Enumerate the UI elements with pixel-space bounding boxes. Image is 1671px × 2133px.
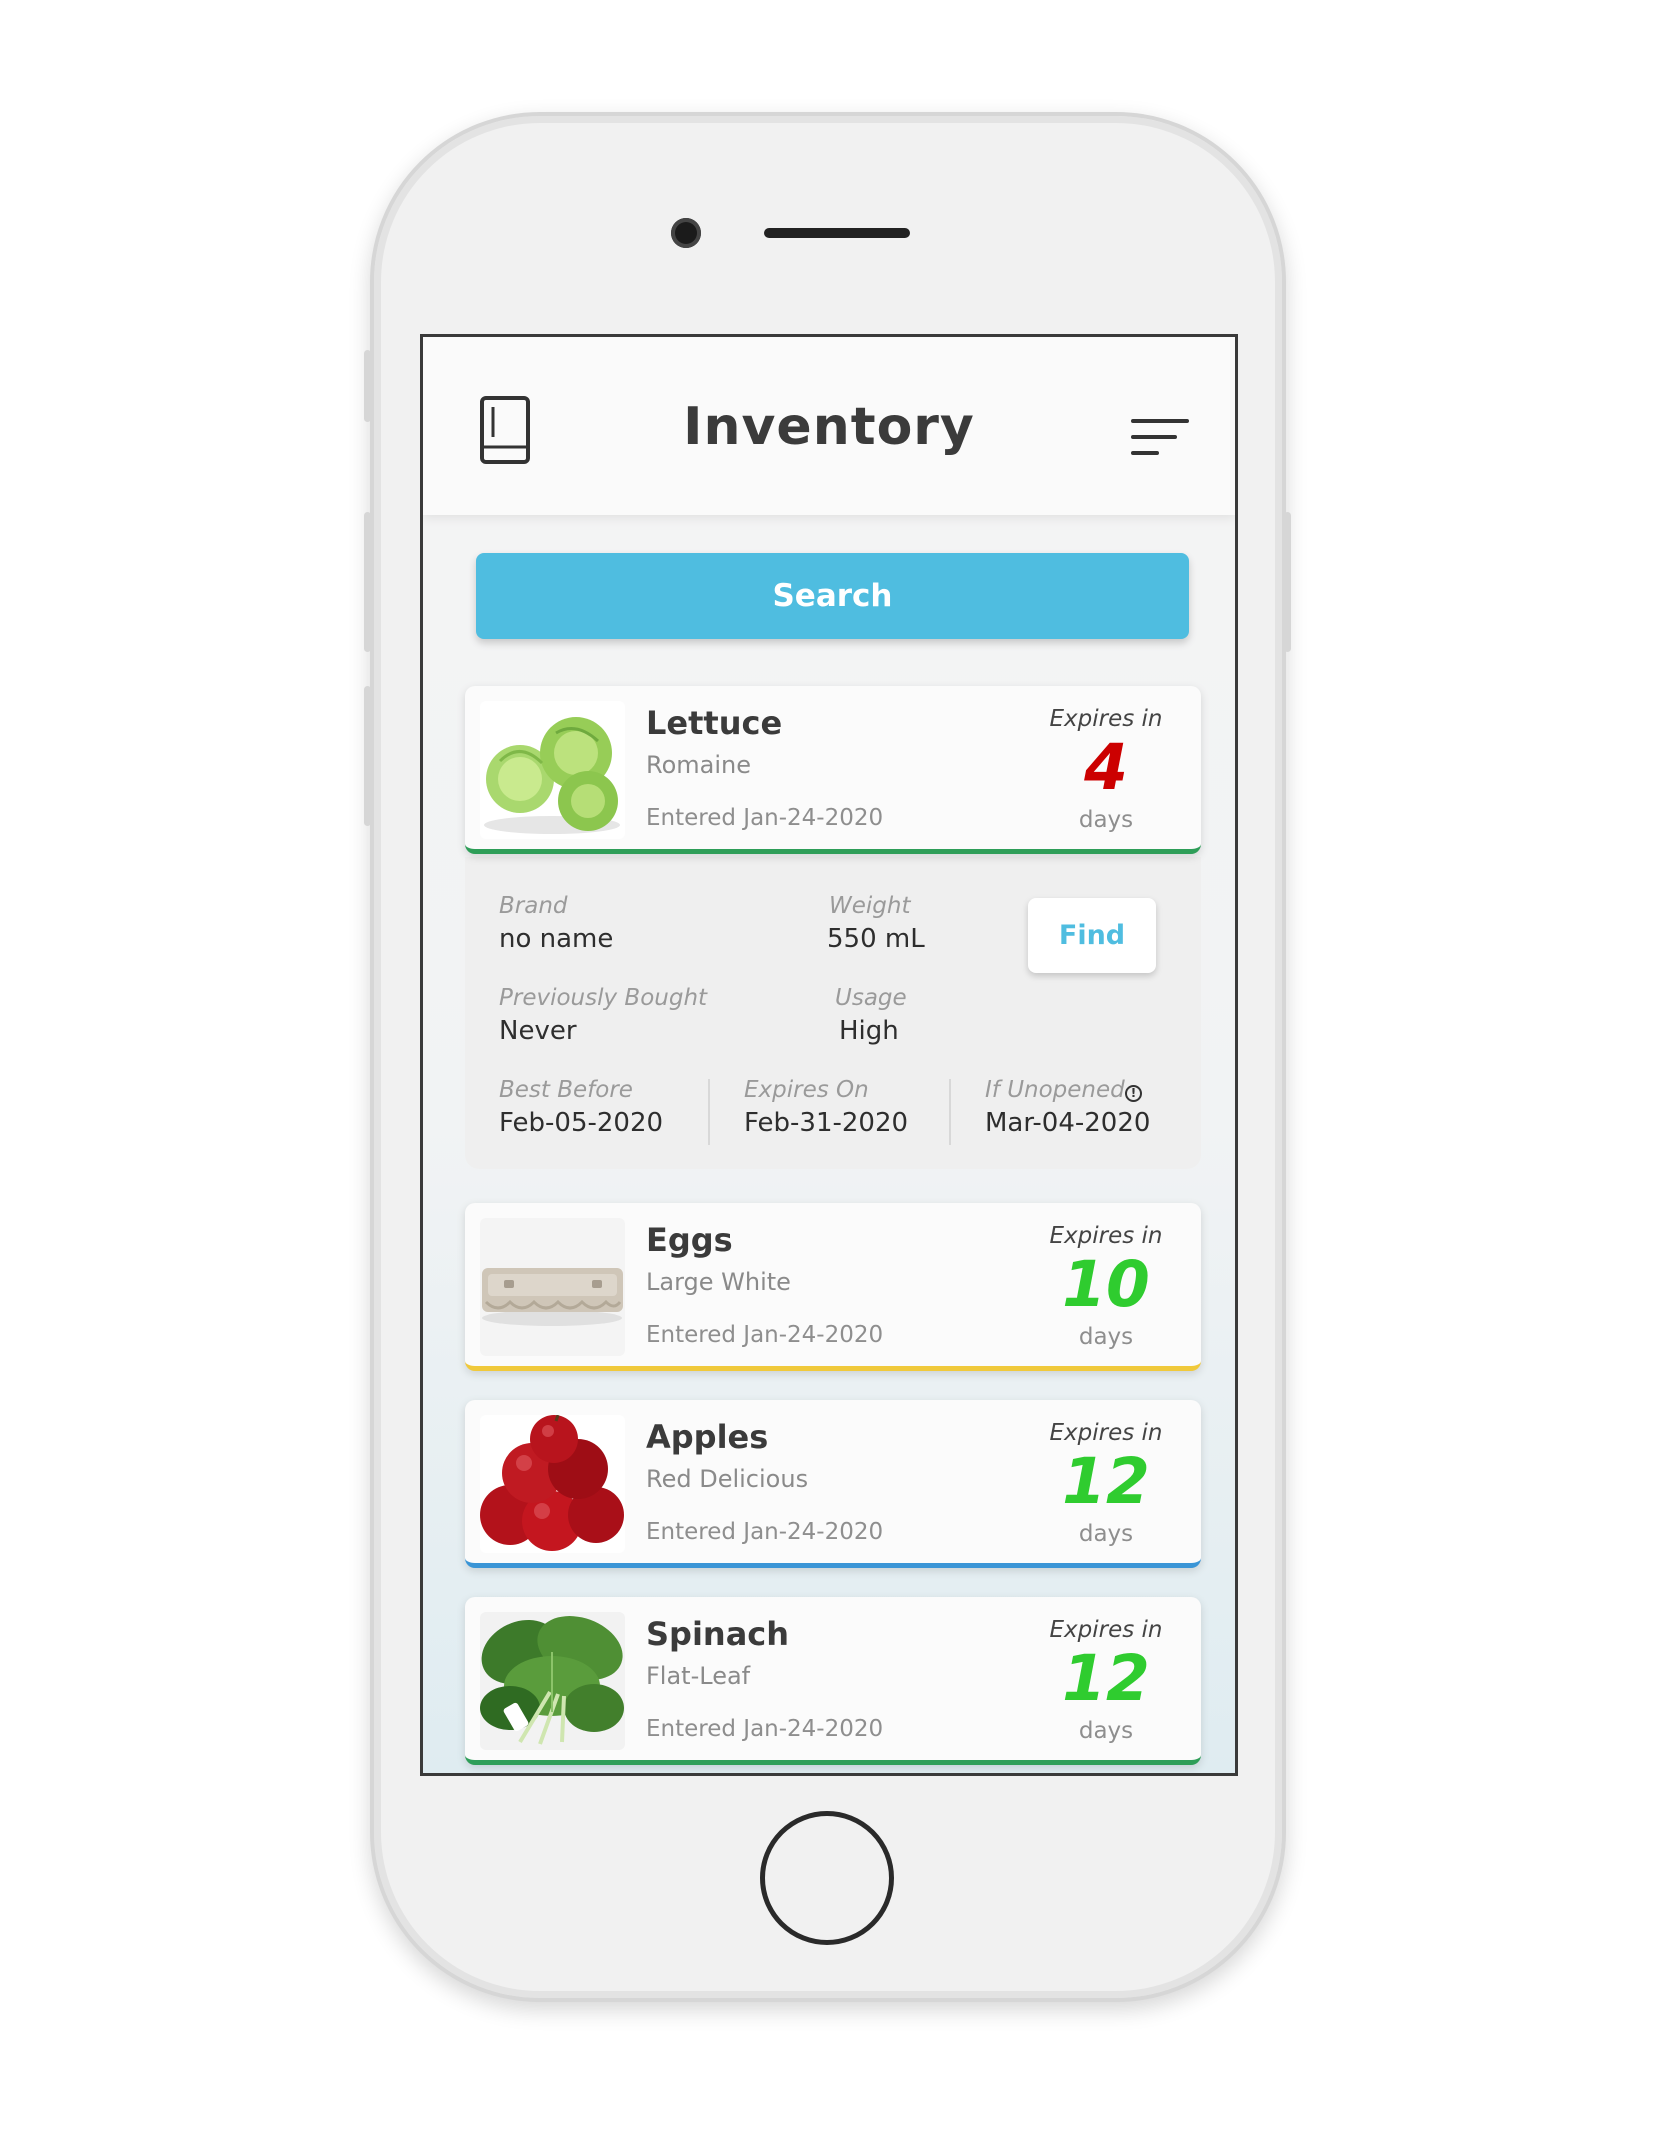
earpiece-speaker xyxy=(764,228,910,238)
weight-label: Weight xyxy=(829,893,911,919)
best-before-label: Best Before xyxy=(499,1077,633,1103)
item-name: Apples xyxy=(646,1418,769,1456)
usage-label: Usage xyxy=(835,985,907,1011)
expires-value: 10 xyxy=(1062,1248,1150,1321)
best-before-value: Feb-05-2020 xyxy=(499,1108,664,1138)
item-name: Eggs xyxy=(646,1221,733,1259)
expires-value: 12 xyxy=(1062,1445,1150,1518)
if-unopened-value: Mar-04-2020 xyxy=(985,1108,1151,1138)
search-button[interactable]: Search xyxy=(476,553,1189,639)
brand-value: no name xyxy=(499,924,614,954)
divider xyxy=(949,1079,951,1145)
product-card[interactable]: Spinach Flat-Leaf Entered Jan-24-2020 Ex… xyxy=(465,1597,1201,1765)
page-title: Inventory xyxy=(683,397,975,457)
product-card[interactable]: Apples Red Delicious Entered Jan-24-2020… xyxy=(465,1400,1201,1568)
info-icon[interactable]: ! xyxy=(1125,1085,1142,1102)
usage-value: High xyxy=(839,1016,899,1046)
find-button[interactable]: Find xyxy=(1028,898,1156,973)
item-variety: Red Delicious xyxy=(646,1465,809,1493)
item-variety: Large White xyxy=(646,1268,791,1296)
item-variety: Romaine xyxy=(646,751,752,779)
spinach-image xyxy=(480,1612,625,1750)
expires-unit: days xyxy=(1078,1718,1134,1744)
expires-label: Expires in xyxy=(1049,1223,1163,1249)
home-button[interactable] xyxy=(760,1811,894,1945)
item-entered-date: Entered Jan-24-2020 xyxy=(646,805,884,831)
brand-label: Brand xyxy=(499,893,568,919)
item-details-panel: Brand no name Weight 550 mL Find Previou… xyxy=(465,857,1201,1169)
item-entered-date: Entered Jan-24-2020 xyxy=(646,1519,884,1545)
previously-bought-label: Previously Bought xyxy=(499,985,708,1011)
app-header: Inventory xyxy=(423,337,1235,515)
front-camera xyxy=(671,218,701,248)
expires-label: Expires in xyxy=(1049,706,1163,732)
item-name: Lettuce xyxy=(646,704,783,742)
mute-switch xyxy=(364,350,371,422)
divider xyxy=(708,1079,710,1145)
filter-sort-icon[interactable] xyxy=(1131,417,1189,463)
expires-value: 12 xyxy=(1062,1642,1150,1715)
expires-unit: days xyxy=(1078,807,1134,833)
expires-on-label: Expires On xyxy=(744,1077,869,1103)
product-card[interactable]: Eggs Large White Entered Jan-24-2020 Exp… xyxy=(465,1203,1201,1371)
weight-value: 550 mL xyxy=(827,924,925,954)
volume-up-button xyxy=(364,512,371,652)
expires-label: Expires in xyxy=(1049,1617,1163,1643)
volume-down-button xyxy=(364,686,371,826)
expires-value: 4 xyxy=(1084,731,1128,804)
expires-on-value: Feb-31-2020 xyxy=(744,1108,909,1138)
item-variety: Flat-Leaf xyxy=(646,1662,751,1690)
egg-carton-image xyxy=(480,1218,625,1356)
item-entered-date: Entered Jan-24-2020 xyxy=(646,1716,884,1742)
expires-unit: days xyxy=(1078,1521,1134,1547)
previously-bought-value: Never xyxy=(499,1016,577,1046)
apples-image xyxy=(480,1415,625,1553)
product-card[interactable]: Lettuce Romaine Entered Jan-24-2020 Expi… xyxy=(465,686,1201,854)
app-screen: Inventory Search Brand no name Weight 55… xyxy=(420,334,1238,1776)
power-button xyxy=(1284,512,1291,652)
item-name: Spinach xyxy=(646,1615,790,1653)
if-unopened-label: If Unopened xyxy=(985,1077,1125,1103)
expires-unit: days xyxy=(1078,1324,1134,1350)
expires-label: Expires in xyxy=(1049,1420,1163,1446)
lettuce-image xyxy=(480,701,625,839)
item-entered-date: Entered Jan-24-2020 xyxy=(646,1322,884,1348)
